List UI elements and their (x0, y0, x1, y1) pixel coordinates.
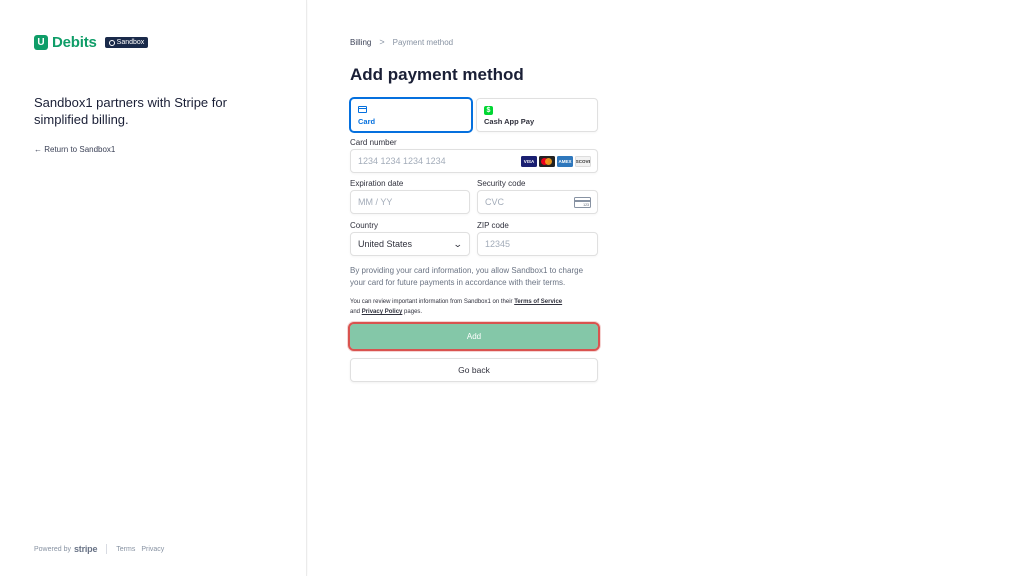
amex-icon: AMEX (557, 156, 573, 167)
tab-cash-app-pay[interactable]: $ Cash App Pay (476, 98, 598, 132)
mastercard-icon (539, 156, 555, 167)
review-middle: and (350, 309, 362, 315)
tab-card[interactable]: Card (350, 98, 472, 132)
security-code-placeholder: CVC (485, 197, 505, 207)
footer: Powered by stripe Terms Privacy (34, 544, 170, 554)
tab-cash-app-label: Cash App Pay (484, 117, 535, 126)
consent-text: By providing your card information, you … (350, 266, 584, 287)
brand-name: Debits (52, 34, 97, 51)
country-value: United States (358, 239, 413, 249)
expiration-placeholder: MM / YY (358, 197, 393, 207)
brand-logo-icon: U (34, 35, 48, 50)
tab-card-label: Card (358, 117, 376, 126)
breadcrumb-current: Payment method (392, 37, 454, 47)
card-number-input[interactable]: 1234 1234 1234 1234 VISA AMEX DISCOVER (350, 149, 598, 173)
security-code-label: Security code (477, 179, 526, 188)
cvc-card-icon (574, 197, 591, 208)
breadcrumb: Billing > Payment method (350, 37, 453, 47)
stripe-logo[interactable]: stripe (74, 544, 98, 554)
card-icon (358, 106, 367, 113)
payment-method-tabs: Card $ Cash App Pay (350, 98, 598, 132)
sandbox-badge: Sandbox (104, 37, 149, 48)
page-title: Add payment method (350, 65, 524, 84)
card-number-label: Card number (350, 138, 397, 147)
terms-link[interactable]: Terms (116, 546, 135, 553)
discover-icon: DISCOVER (575, 156, 591, 167)
main-panel: Billing > Payment method Add payment met… (308, 0, 1024, 576)
go-back-button[interactable]: Go back (350, 358, 598, 382)
review-prefix: You can review important information fro… (350, 299, 515, 305)
tagline: Sandbox1 partners with Stripe for simpli… (34, 95, 227, 127)
eye-icon (108, 39, 115, 46)
chevron-down-icon: ⌄ (453, 239, 464, 249)
left-panel: U Debits Sandbox Sandbox1 partners with … (0, 0, 307, 576)
visa-icon: VISA (521, 156, 537, 167)
expiration-label: Expiration date (350, 179, 404, 188)
zip-placeholder: 12345 (485, 239, 511, 249)
powered-by-label: Powered by (34, 545, 71, 553)
card-number-placeholder: 1234 1234 1234 1234 (358, 156, 446, 166)
zip-label: ZIP code (477, 221, 509, 230)
terms-of-service-link[interactable]: Terms of Service (514, 299, 562, 305)
breadcrumb-billing[interactable]: Billing (350, 38, 371, 47)
zip-input[interactable]: 12345 (477, 232, 598, 256)
chevron-right-icon: > (379, 37, 385, 47)
expiration-input[interactable]: MM / YY (350, 190, 470, 214)
footer-divider (106, 544, 108, 554)
cash-app-icon: $ (484, 106, 493, 115)
country-select[interactable]: United States ⌄ (350, 232, 470, 256)
review-suffix: pages. (402, 309, 423, 315)
sandbox-badge-label: Sandbox (116, 39, 145, 46)
review-text: You can review important information fro… (350, 297, 600, 317)
add-button[interactable]: Add (348, 322, 600, 351)
privacy-policy-link[interactable]: Privacy Policy (362, 309, 403, 315)
privacy-link[interactable]: Privacy (141, 546, 164, 553)
country-label: Country (350, 221, 379, 230)
return-link[interactable]: ← Return to Sandbox1 (34, 145, 115, 154)
brand: U Debits Sandbox (34, 34, 149, 51)
security-code-input[interactable]: CVC (477, 190, 598, 214)
card-brands: VISA AMEX DISCOVER (521, 156, 591, 167)
